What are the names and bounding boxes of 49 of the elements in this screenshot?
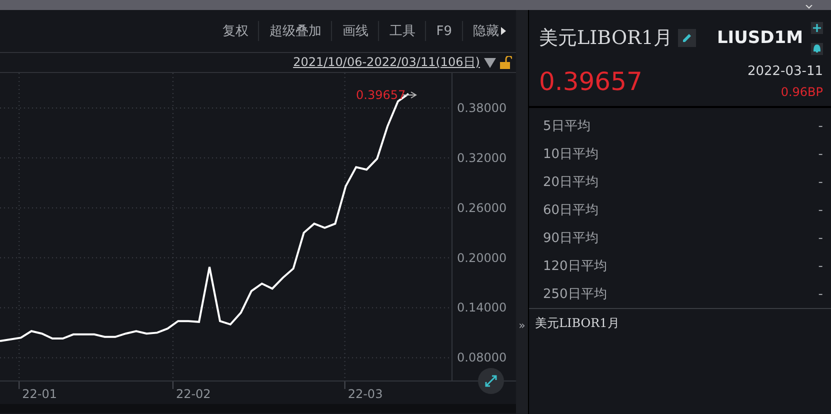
x-axis-label: 22-03 <box>348 387 383 401</box>
y-axis-label: 0.38000 <box>457 100 507 115</box>
lock-icon[interactable] <box>500 56 512 69</box>
average-label: 60日平均 <box>543 202 599 219</box>
instrument-code: LIUSD1M <box>716 28 803 48</box>
pencil-icon <box>681 32 694 44</box>
average-value: - <box>818 146 823 162</box>
average-label: 90日平均 <box>543 230 599 247</box>
y-axis-label: 0.20000 <box>457 250 507 265</box>
y-axis-label: 0.08000 <box>457 350 507 365</box>
y-axis-label: 0.14000 <box>457 300 507 315</box>
toolbar-button[interactable]: 复权 <box>212 21 258 41</box>
date-range-link[interactable]: 2021/10/06-2022/03/11(106日) <box>293 54 480 71</box>
fullscreen-button[interactable] <box>478 368 504 394</box>
average-value: - <box>818 202 823 218</box>
average-label: 20日平均 <box>543 174 599 191</box>
average-label: 120日平均 <box>543 258 607 275</box>
note-text: 美元LIBOR1月 <box>534 315 620 332</box>
x-axis-label: 22-02 <box>176 387 211 401</box>
y-axis-label: 0.26000 <box>457 200 507 215</box>
y-axis-label: 0.32000 <box>457 150 507 165</box>
toolbar-button[interactable]: 画线 <box>331 21 378 41</box>
last-value-label: 0.39657 <box>356 88 406 102</box>
toolbar-button[interactable]: 工具 <box>378 21 426 41</box>
average-value: - <box>818 174 823 190</box>
edit-button[interactable] <box>678 29 696 47</box>
average-label: 10日平均 <box>543 146 599 163</box>
chevron-icon[interactable] <box>805 5 813 10</box>
average-label: 250日平均 <box>543 286 607 303</box>
add-button[interactable] <box>811 22 823 34</box>
change-value: 0.96BP <box>780 84 823 98</box>
instrument-name: 美元LIBOR1月 <box>539 26 672 51</box>
toolbar-button[interactable]: F9 <box>425 21 462 41</box>
average-value: - <box>818 258 823 274</box>
bell-icon <box>813 44 821 53</box>
triangle-icon <box>501 27 506 35</box>
average-value: - <box>818 118 823 134</box>
expand-icon <box>483 373 499 389</box>
dropdown-icon[interactable] <box>484 58 496 68</box>
plus-icon <box>813 24 821 32</box>
x-axis-label: 22-01 <box>22 387 57 401</box>
price-value: 0.39657 <box>539 66 642 96</box>
average-value: - <box>818 286 823 302</box>
toolbar-button[interactable]: 超级叠加 <box>258 21 332 41</box>
bell-button[interactable] <box>811 42 823 54</box>
quote-date: 2022-03-11 <box>747 64 823 78</box>
expand-toggle[interactable]: » <box>516 319 528 332</box>
average-value: - <box>818 230 823 246</box>
average-label: 5日平均 <box>543 118 590 135</box>
